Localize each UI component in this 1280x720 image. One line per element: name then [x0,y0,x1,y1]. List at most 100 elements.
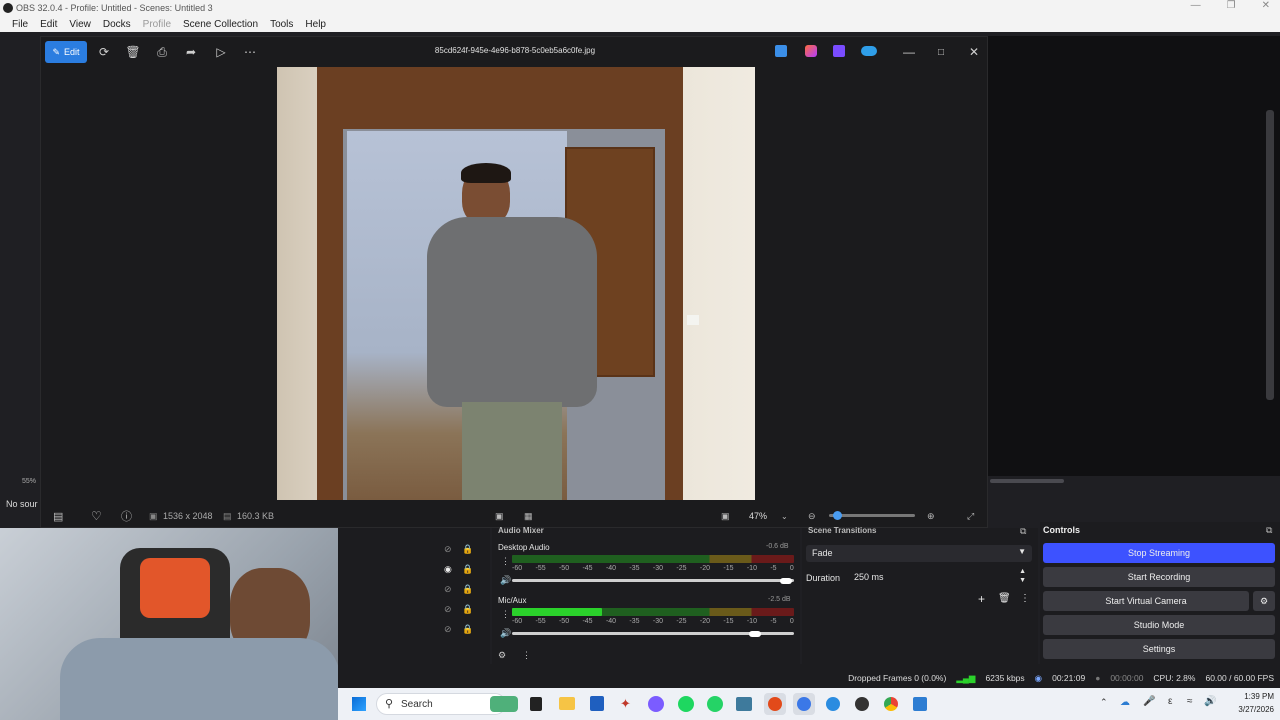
studio-mode-button[interactable]: Studio Mode [1043,615,1275,635]
settings-button[interactable]: Settings [1043,639,1275,659]
zoom-out-icon[interactable]: ⊖ [808,511,816,522]
photos-taskbar-icon[interactable] [913,697,927,711]
minimize-icon[interactable]: — [1191,0,1201,11]
desktop-audio-speaker-icon[interactable]: 🔊 [500,575,511,586]
source-5-lock-icon[interactable]: 🔒 [462,624,473,635]
menu-view[interactable]: View [63,19,97,30]
tray-cloud-icon[interactable]: ☁ [1120,697,1130,708]
stop-streaming-button[interactable]: Stop Streaming [1043,543,1275,563]
menu-file[interactable]: File [6,19,34,30]
zoom-level[interactable]: 47% [749,511,767,521]
viewer-maximize-icon[interactable]: □ [930,41,952,63]
transitions-undock-icon[interactable]: ⧉ [1020,526,1026,537]
menu-profile[interactable]: Profile [137,19,177,30]
bitrate: 6235 kbps [985,673,1025,683]
github-icon[interactable] [855,697,869,711]
transition-menu-icon[interactable]: ⋮ [1020,593,1030,604]
source-4-visibility-icon[interactable]: ⊘ [444,604,452,615]
zoom-in-icon[interactable]: ⊕ [927,511,935,522]
stream-time: 00:21:09 [1052,673,1086,683]
transition-select[interactable]: Fade ▼ [806,545,1032,562]
duration-up-icon[interactable]: ▲ [1019,568,1026,575]
file-size: 160.3 KB [237,511,275,521]
taskbar-search[interactable]: ⚲ Search [376,693,506,715]
spotify-icon[interactable] [678,696,694,712]
mic-aux-volume-knob[interactable] [748,631,761,637]
preview-hscrollbar[interactable] [990,479,1064,483]
task-view-icon[interactable] [530,697,542,711]
menu-edit[interactable]: Edit [34,19,63,30]
source-4-lock-icon[interactable]: 🔒 [462,604,473,615]
app-icon-red[interactable]: ✦ [620,696,631,712]
source-2-lock-icon[interactable]: 🔒 [462,564,473,575]
viewer-minimize-icon[interactable]: — [898,41,920,63]
viewer-toolbar: ✎ Edit ⟳ 🗑 ⎙ ➦ ▷ ⋯ 85cd624f-945e-4e96-b8… [41,37,989,67]
controls-undock-icon[interactable]: ⧉ [1266,525,1272,536]
tray-language-icon[interactable]: ε [1168,696,1172,707]
photo-image[interactable] [277,67,755,500]
mic-aux-menu-icon[interactable]: ⋮ [501,609,510,620]
favorite-icon[interactable]: ♡ [91,509,102,523]
zoom-dropdown-icon[interactable]: ⌄ [781,512,788,521]
tray-time[interactable]: 1:39 PM [1218,692,1274,701]
close-icon[interactable]: ✕ [1262,0,1270,11]
mic-aux-speaker-icon[interactable]: 🔊 [500,628,511,639]
info-icon[interactable]: ⓘ [121,508,132,524]
chrome-icon[interactable] [884,697,898,711]
source-3-visibility-icon[interactable]: ⊘ [444,584,452,595]
whatsapp-icon[interactable] [707,696,723,712]
tray-volume-icon[interactable]: 🔊 [1204,696,1216,707]
desktop-audio-volume-knob[interactable] [779,578,792,584]
preview-scrollbar[interactable] [1266,110,1274,400]
source-2-visibility-icon[interactable]: ◉ [444,564,452,575]
start-icon[interactable] [352,697,366,711]
edge-icon[interactable] [826,697,840,711]
onedrive-icon[interactable] [861,46,877,56]
app-icon-teal[interactable] [736,697,752,711]
desktop-audio-volume-slider[interactable] [512,579,794,582]
source-1-visibility-icon[interactable]: ⊘ [444,544,452,555]
tray-wifi-icon[interactable]: ≈ [1187,696,1193,707]
audio-mixer-panel: Audio Mixer Desktop Audio -0.6 dB ⋮ -60 -… [492,526,800,664]
visual-search-icon[interactable]: ▦ [524,511,533,522]
file-explorer-icon[interactable] [559,697,575,710]
remove-transition-icon[interactable]: 🗑 [998,593,1011,604]
source-3-lock-icon[interactable]: 🔒 [462,584,473,595]
duration-input[interactable]: 250 ms ▲ ▼ [848,568,1032,586]
viewer-close-icon[interactable]: ✕ [963,41,985,63]
menu-help[interactable]: Help [299,19,332,30]
fit-to-window-icon[interactable]: ▣ [721,511,730,522]
menu-tools[interactable]: Tools [264,19,299,30]
desktop-audio-menu-icon[interactable]: ⋮ [501,556,510,567]
scale-tick: -35 [629,618,640,625]
audio-advanced-icon[interactable]: ⚙ [498,650,506,661]
duration-down-icon[interactable]: ▼ [1019,577,1026,584]
menu-scene-collection[interactable]: Scene Collection [177,19,264,30]
duration-value: 250 ms [854,572,884,582]
menu-docks[interactable]: Docks [97,19,137,30]
clipchamp-icon[interactable] [805,45,817,57]
start-recording-button[interactable]: Start Recording [1043,567,1275,587]
preview-zoom-label: 55% [22,478,37,485]
designer-icon[interactable] [775,45,787,57]
scale-tick: -25 [676,618,687,625]
tray-date[interactable]: 3/27/2026 [1218,705,1274,714]
virtual-camera-settings-icon[interactable]: ⚙ [1253,591,1275,611]
fullscreen-icon[interactable]: ⤢ [967,511,974,522]
restore-icon[interactable]: ❐ [1227,0,1236,11]
discord-icon[interactable] [648,696,664,712]
start-virtual-camera-button[interactable]: Start Virtual Camera [1043,591,1249,611]
photos-app-icon[interactable] [833,45,845,57]
ocr-icon[interactable]: ▣ [495,511,504,522]
tray-chevron-icon[interactable]: ⌃ [1100,697,1108,708]
search-highlight-icon[interactable] [490,696,518,712]
source-5-visibility-icon[interactable]: ⊘ [444,624,452,635]
add-transition-icon[interactable]: + [978,592,985,606]
dropped-frames: Dropped Frames 0 (0.0%) [848,673,947,683]
audio-mixer-menu-icon[interactable]: ⋮ [522,650,531,661]
store-icon[interactable] [590,696,604,711]
zoom-slider-knob[interactable] [833,511,843,520]
filmstrip-icon[interactable]: ▤ [53,510,63,523]
source-1-lock-icon[interactable]: 🔒 [462,544,473,555]
tray-mic-icon[interactable]: 🎤 [1143,696,1155,707]
